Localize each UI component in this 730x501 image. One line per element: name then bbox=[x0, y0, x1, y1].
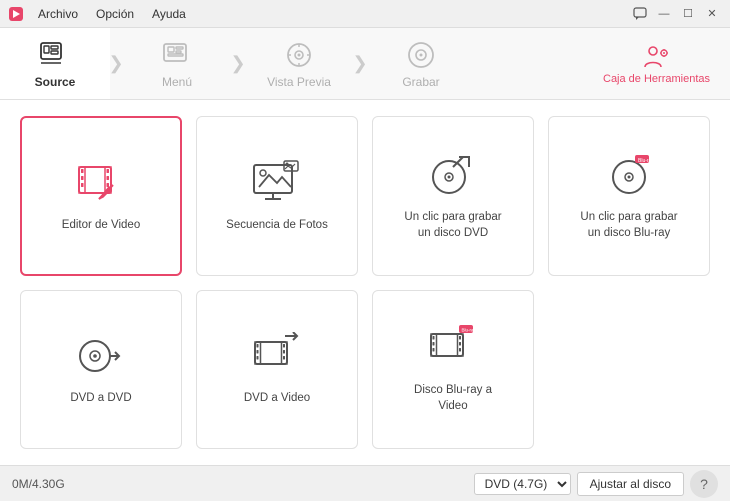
arrow-1: ❯ bbox=[106, 53, 126, 74]
card-photo-sequence-label: Secuencia de Fotos bbox=[226, 217, 328, 233]
title-bar-right: — ☐ ✕ bbox=[630, 6, 722, 22]
step-preview-label: Vista Previa bbox=[267, 75, 331, 89]
card-dvd-to-video-label: DVD a Video bbox=[244, 390, 310, 406]
card-dvd-burn[interactable]: Un clic para grabar un disco DVD bbox=[372, 116, 534, 276]
card-bluray-burn[interactable]: Blu-ray Un clic para grabar un disco Blu… bbox=[548, 116, 710, 276]
chat-icon-btn[interactable] bbox=[630, 6, 650, 22]
card-video-editor-label: Editor de Video bbox=[62, 217, 140, 233]
card-photo-sequence[interactable]: Secuencia de Fotos bbox=[196, 116, 358, 276]
step-preview[interactable]: Vista Previa bbox=[244, 28, 354, 99]
close-button[interactable]: ✕ bbox=[702, 6, 722, 22]
step-burn-label: Grabar bbox=[402, 75, 439, 89]
card-bluray-to-video[interactable]: Blu-ray Disco Blu-ray a Video bbox=[372, 290, 534, 450]
dvd-to-dvd-icon bbox=[73, 332, 129, 380]
arrow-2: ❯ bbox=[228, 53, 248, 74]
title-bar: Archivo Opción Ayuda — ☐ ✕ bbox=[0, 0, 730, 28]
menu-step-icon bbox=[161, 39, 193, 71]
card-dvd-to-dvd-label: DVD a DVD bbox=[70, 390, 131, 406]
card-bluray-to-video-label: Disco Blu-ray a Video bbox=[414, 382, 492, 414]
minimize-button[interactable]: — bbox=[654, 6, 674, 22]
toolbar: Source ❯ Menú ❯ bbox=[0, 28, 730, 100]
menu-opcion[interactable]: Opción bbox=[88, 5, 142, 23]
menu-archivo[interactable]: Archivo bbox=[30, 5, 86, 23]
bluray-to-video-icon: Blu-ray bbox=[425, 324, 481, 372]
toolbar-steps: Source ❯ Menú ❯ bbox=[0, 28, 583, 99]
source-icon bbox=[39, 39, 71, 71]
menu-ayuda[interactable]: Ayuda bbox=[144, 5, 194, 23]
step-burn[interactable]: Grabar bbox=[366, 28, 476, 99]
dvd-size-select[interactable]: DVD (4.7G) DVD (8.5G) BD-25 BD-50 bbox=[474, 473, 571, 495]
card-dvd-to-dvd[interactable]: DVD a DVD bbox=[20, 290, 182, 450]
preview-step-icon bbox=[283, 39, 315, 71]
arrow-3: ❯ bbox=[350, 53, 370, 74]
card-video-editor[interactable]: Editor de Video bbox=[20, 116, 182, 276]
dvd-burn-icon bbox=[425, 151, 481, 199]
toolbox-button[interactable]: Caja de Herramientas bbox=[583, 43, 730, 85]
step-source-label: Source bbox=[35, 75, 76, 89]
bluray-burn-icon: Blu-ray bbox=[601, 151, 657, 199]
main-content: Editor de Video Secuencia de Fotos bbox=[0, 100, 730, 465]
video-editor-icon bbox=[73, 159, 129, 207]
burn-step-icon bbox=[405, 39, 437, 71]
toolbox-label: Caja de Herramientas bbox=[603, 73, 710, 85]
dvd-to-video-icon bbox=[249, 332, 305, 380]
title-bar-left: Archivo Opción Ayuda bbox=[8, 5, 194, 23]
step-menu-label: Menú bbox=[162, 75, 192, 89]
size-indicator: 0M/4.30G bbox=[12, 477, 65, 491]
svg-text:Blu-ray: Blu-ray bbox=[638, 158, 654, 164]
app-icon bbox=[8, 6, 24, 22]
adjust-button[interactable]: Ajustar al disco bbox=[577, 472, 684, 496]
bottom-bar: 0M/4.30G DVD (4.7G) DVD (8.5G) BD-25 BD-… bbox=[0, 465, 730, 501]
maximize-button[interactable]: ☐ bbox=[678, 6, 698, 22]
svg-text:Blu-ray: Blu-ray bbox=[462, 328, 477, 333]
card-bluray-burn-label: Un clic para grabar un disco Blu-ray bbox=[580, 209, 677, 241]
card-dvd-burn-label: Un clic para grabar un disco DVD bbox=[404, 209, 501, 241]
help-button[interactable]: ? bbox=[690, 470, 718, 498]
card-dvd-to-video[interactable]: DVD a Video bbox=[196, 290, 358, 450]
toolbox-icon bbox=[643, 43, 671, 71]
photo-sequence-icon bbox=[249, 159, 305, 207]
step-menu[interactable]: Menú bbox=[122, 28, 232, 99]
step-source[interactable]: Source bbox=[0, 28, 110, 99]
